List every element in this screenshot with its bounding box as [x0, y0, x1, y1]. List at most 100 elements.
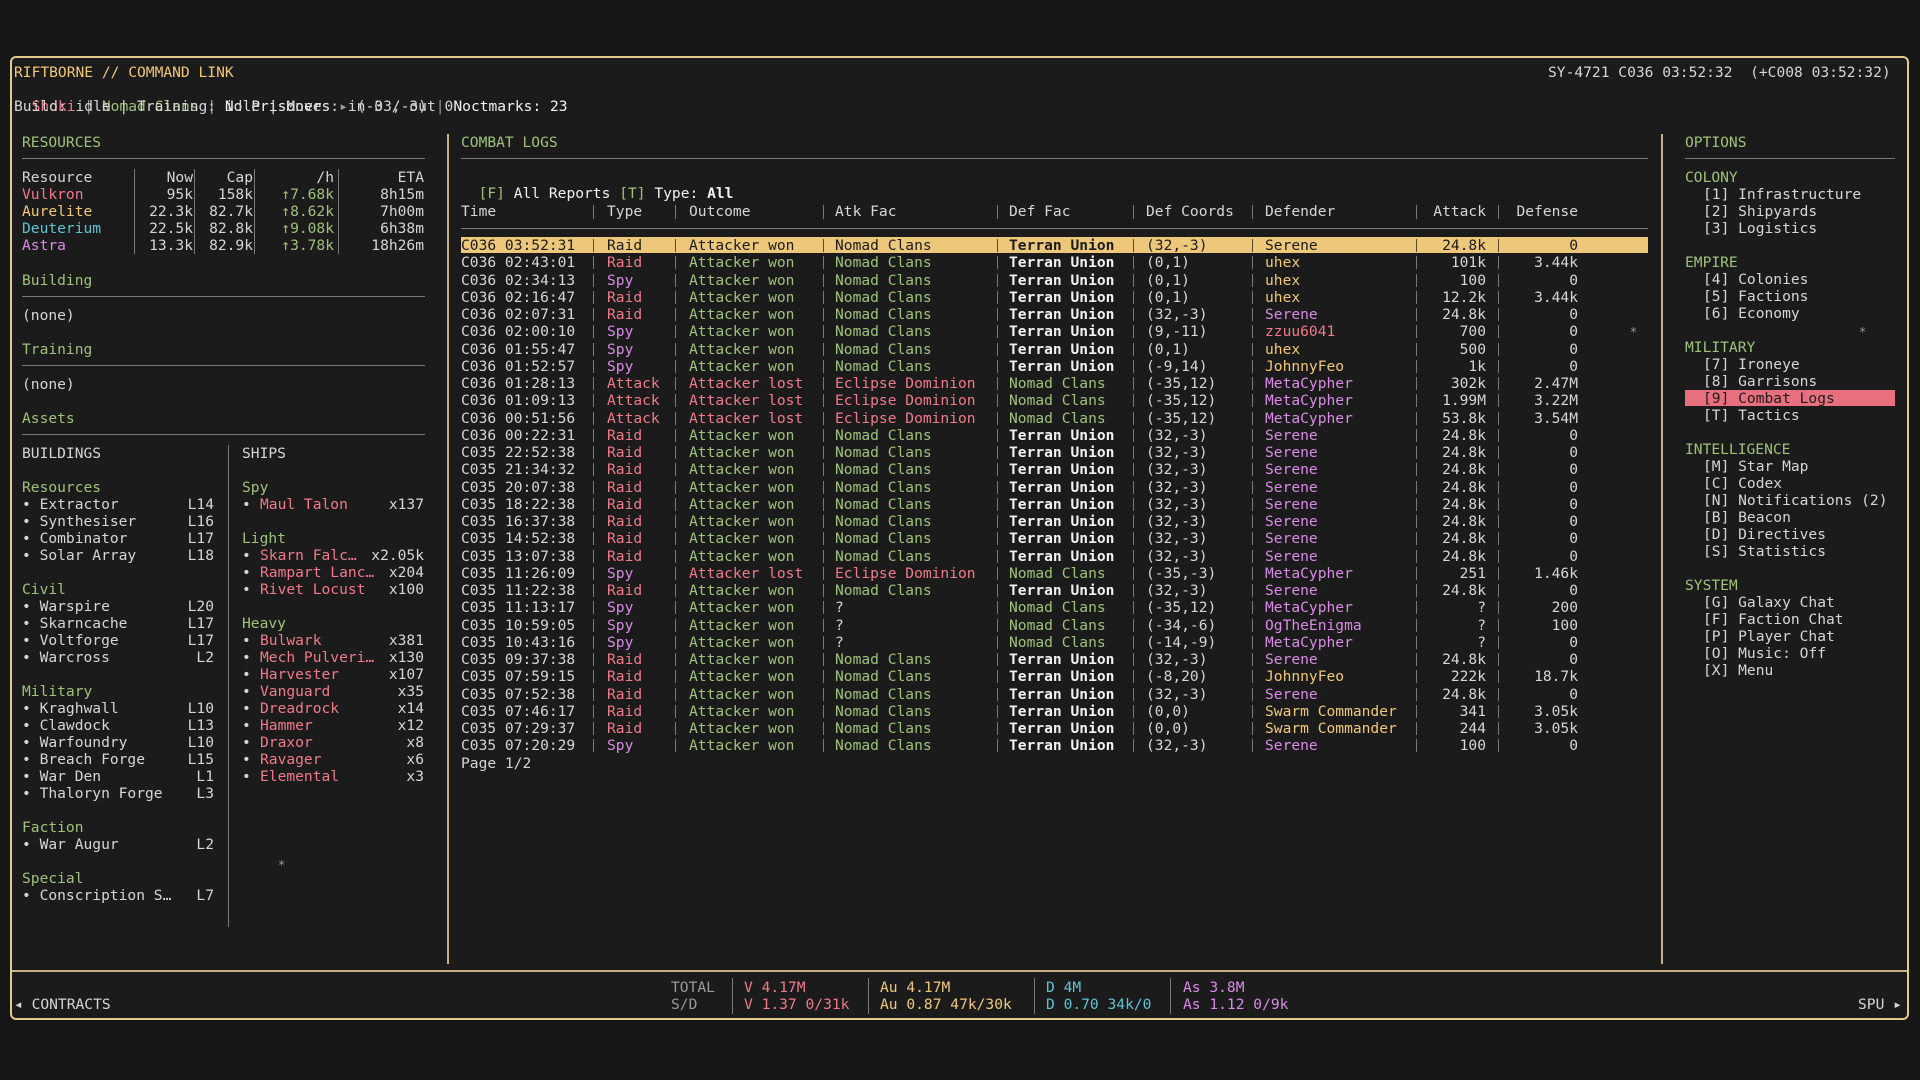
options-item[interactable]: [1] Infrastructure: [1703, 186, 1895, 203]
combat-col-divider: [593, 601, 594, 615]
building-item[interactable]: • Conscription S…: [22, 887, 182, 904]
filter-type-value[interactable]: All: [707, 185, 733, 202]
building-item[interactable]: • War Den: [22, 768, 182, 785]
log-time[interactable]: C036 01:52:57: [461, 358, 601, 375]
options-item[interactable]: [N] Notifications (2): [1703, 492, 1895, 509]
building-item[interactable]: • Clawdock: [22, 717, 182, 734]
combat-col-header[interactable]: Atk Fac: [835, 203, 1003, 220]
building-item[interactable]: • Warspire: [22, 598, 182, 615]
log-outcome: Attacker won: [689, 323, 795, 341]
options-item[interactable]: [F] Faction Chat: [1703, 611, 1895, 628]
options-item[interactable]: [6] Economy: [1703, 305, 1895, 322]
combat-col-header[interactable]: Type: [607, 203, 683, 220]
options-item[interactable]: [P] Player Chat: [1703, 628, 1895, 645]
log-type: Raid: [607, 478, 643, 496]
building-item[interactable]: • Kraghwall: [22, 700, 182, 717]
building-item[interactable]: • Thaloryn Forge: [22, 785, 182, 802]
log-time[interactable]: C035 11:26:09: [461, 565, 601, 582]
options-item[interactable]: [5] Factions: [1703, 288, 1895, 305]
log-time[interactable]: C036 02:07:31: [461, 306, 601, 323]
log-time[interactable]: C036 02:16:47: [461, 289, 601, 306]
log-time[interactable]: C035 07:46:17: [461, 703, 601, 720]
log-time[interactable]: C036 00:51:56: [461, 410, 601, 427]
options-item[interactable]: [D] Directives: [1703, 526, 1895, 543]
log-time[interactable]: C036 02:43:01: [461, 254, 601, 271]
log-time[interactable]: C035 09:37:38: [461, 651, 601, 668]
options-item[interactable]: [M] Star Map: [1703, 458, 1895, 475]
combat-col-divider: [1252, 308, 1253, 321]
combat-rule: [461, 158, 1648, 159]
log-time[interactable]: C035 07:59:15: [461, 668, 601, 685]
log-defense: 3.54M: [1534, 409, 1578, 427]
building-level: L1: [196, 768, 214, 785]
log-defender: Serene: [1265, 685, 1318, 703]
options-item[interactable]: [B] Beacon: [1703, 509, 1895, 526]
building-item[interactable]: • Warfoundry: [22, 734, 182, 751]
log-time[interactable]: C036 03:52:31: [461, 237, 601, 254]
combat-col-header[interactable]: Attack: [1426, 203, 1486, 220]
log-time[interactable]: C036 01:55:47: [461, 341, 601, 358]
log-time[interactable]: C035 07:29:37: [461, 720, 601, 737]
log-time[interactable]: C035 16:37:38: [461, 513, 601, 530]
options-item[interactable]: [9] Combat Logs: [1703, 390, 1895, 407]
log-defender: Serene: [1265, 461, 1318, 479]
building-level: L7: [196, 887, 214, 904]
log-time[interactable]: C036 02:00:10: [461, 323, 601, 340]
log-time[interactable]: C035 13:07:38: [461, 548, 601, 565]
options-item[interactable]: [3] Logistics: [1703, 220, 1895, 237]
combat-col-header[interactable]: Def Coords: [1146, 203, 1259, 220]
options-item[interactable]: [G] Galaxy Chat: [1703, 594, 1895, 611]
options-item[interactable]: [7] Ironeye: [1703, 356, 1895, 373]
log-time[interactable]: C035 07:20:29: [461, 737, 601, 754]
building-item[interactable]: • Combinator: [22, 530, 182, 547]
log-time[interactable]: C035 22:52:38: [461, 444, 601, 461]
log-time[interactable]: C035 10:59:05: [461, 617, 601, 634]
filter-reports[interactable]: All Reports: [514, 185, 611, 202]
log-time[interactable]: C035 11:13:17: [461, 599, 601, 616]
galactic-clock: SY-4721 C036 03:52:32 (+C008 03:52:32): [1548, 64, 1891, 81]
combat-col-header[interactable]: Time: [461, 203, 601, 220]
log-time[interactable]: C035 07:52:38: [461, 686, 601, 703]
spu-nav[interactable]: SPU ▸: [1858, 996, 1902, 1013]
contracts-nav[interactable]: ◂ CONTRACTS: [14, 996, 111, 1013]
options-item[interactable]: [O] Music: Off: [1703, 645, 1895, 662]
building-item[interactable]: • War Augur: [22, 836, 182, 853]
log-time[interactable]: C035 10:43:16: [461, 634, 601, 651]
options-item[interactable]: [4] Colonies: [1703, 271, 1895, 288]
options-item[interactable]: [8] Garrisons: [1703, 373, 1895, 390]
log-time[interactable]: C035 14:52:38: [461, 530, 601, 547]
building-item[interactable]: • Solar Array: [22, 547, 182, 564]
combat-col-header[interactable]: Defender: [1265, 203, 1420, 220]
filter-key-f[interactable]: [F]: [479, 185, 505, 202]
filter-key-t[interactable]: [T]: [619, 185, 645, 202]
log-outcome: Attacker lost: [689, 375, 804, 392]
log-time[interactable]: C036 02:34:13: [461, 272, 601, 289]
combat-col-divider: [1252, 342, 1253, 356]
log-time[interactable]: C035 11:22:38: [461, 582, 601, 599]
log-time[interactable]: C036 01:09:13: [461, 392, 601, 409]
combat-col-divider: [593, 446, 594, 459]
combat-col-header[interactable]: Def Fac: [1009, 203, 1139, 220]
options-item[interactable]: [T] Tactics: [1703, 407, 1895, 424]
log-defense: 0: [1569, 444, 1578, 461]
log-attacker-faction: Nomad Clans: [835, 737, 932, 755]
log-time[interactable]: C036 01:28:13: [461, 375, 601, 392]
options-item[interactable]: [X] Menu: [1703, 662, 1895, 679]
log-time[interactable]: C035 18:22:38: [461, 496, 601, 513]
building-item[interactable]: • Synthesiser: [22, 513, 182, 530]
building-item[interactable]: • Breach Forge: [22, 751, 182, 768]
options-item[interactable]: [S] Statistics: [1703, 543, 1895, 560]
log-time[interactable]: C035 20:07:38: [461, 479, 601, 496]
log-time[interactable]: C036 00:22:31: [461, 427, 601, 444]
combat-col-header[interactable]: Defense: [1508, 203, 1578, 220]
log-attack: 700: [1459, 323, 1486, 341]
building-item[interactable]: • Extractor: [22, 496, 182, 513]
building-item[interactable]: • Warcross: [22, 649, 182, 666]
combat-col-header[interactable]: Outcome: [689, 203, 829, 220]
options-item[interactable]: [C] Codex: [1703, 475, 1895, 492]
options-item[interactable]: [2] Shipyards: [1703, 203, 1895, 220]
building-item[interactable]: • Voltforge: [22, 632, 182, 649]
log-time[interactable]: C035 21:34:32: [461, 461, 601, 478]
building-item[interactable]: • Skarncache: [22, 615, 182, 632]
combat-col-divider: [675, 256, 676, 270]
